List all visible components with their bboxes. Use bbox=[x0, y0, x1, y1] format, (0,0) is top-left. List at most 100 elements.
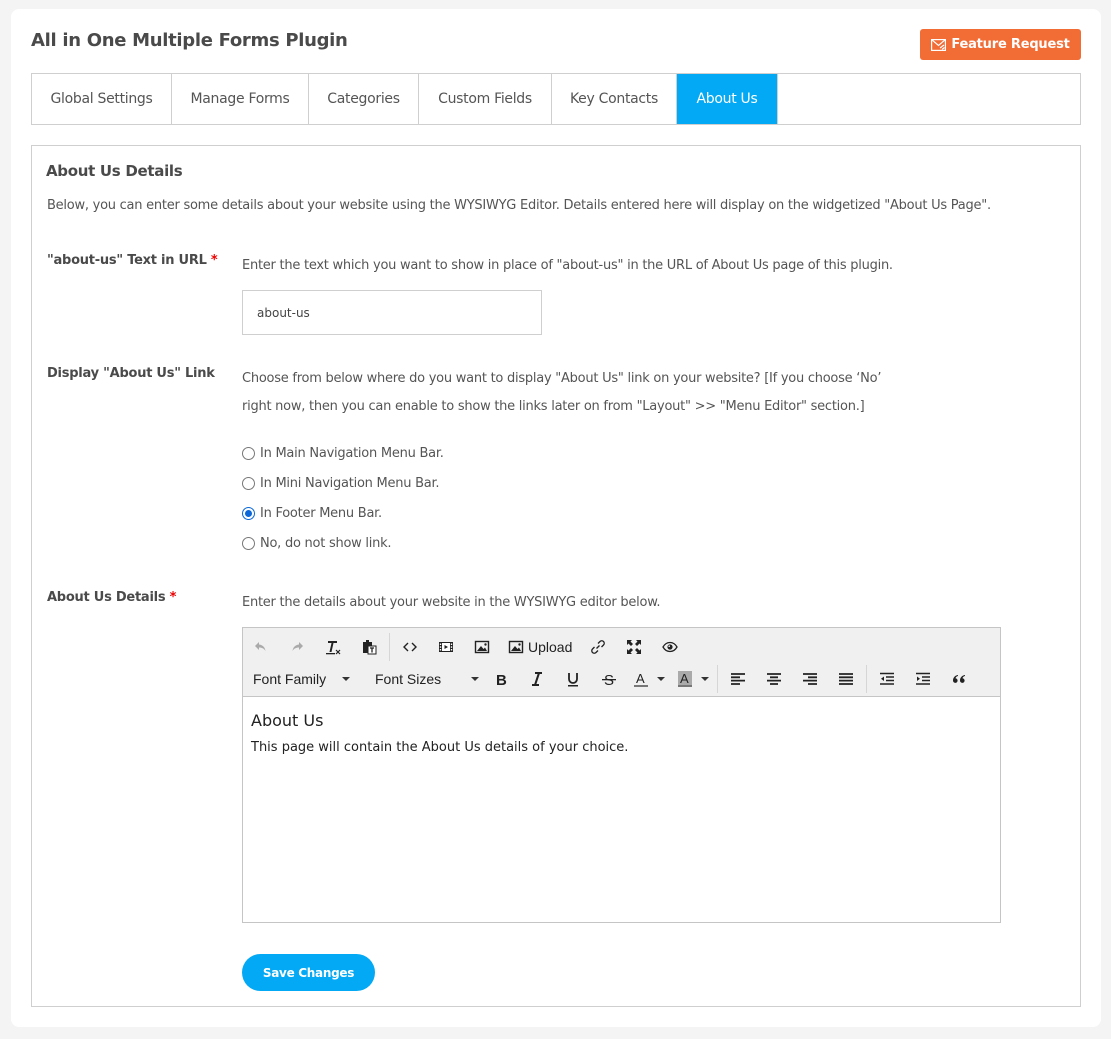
toolbar-separator bbox=[717, 665, 718, 693]
tab-global-settings[interactable]: Global Settings bbox=[32, 74, 172, 124]
paste-as-text-button[interactable] bbox=[351, 633, 387, 661]
align-right-icon bbox=[803, 673, 817, 685]
url-field-label-text: "about-us" Text in URL bbox=[47, 253, 207, 268]
blockquote-button[interactable] bbox=[941, 665, 977, 693]
insert-image-button[interactable] bbox=[464, 633, 500, 661]
strikethrough-icon: S bbox=[602, 672, 616, 687]
align-center-icon bbox=[767, 673, 781, 685]
italic-icon bbox=[532, 672, 542, 686]
save-changes-button[interactable]: Save Changes bbox=[242, 954, 375, 991]
tab-key-contacts[interactable]: Key Contacts bbox=[552, 74, 677, 124]
underline-icon bbox=[568, 673, 578, 687]
preview-button[interactable] bbox=[652, 633, 688, 661]
outdent-icon bbox=[880, 672, 894, 685]
toolbar-separator bbox=[389, 633, 390, 661]
blockquote-icon bbox=[952, 675, 965, 683]
insert-link-button[interactable] bbox=[580, 633, 616, 661]
radio-main-navigation[interactable]: In Main Navigation Menu Bar. bbox=[242, 438, 444, 468]
redo-icon bbox=[292, 642, 303, 651]
indent-button[interactable] bbox=[905, 665, 941, 693]
align-center-button[interactable] bbox=[756, 665, 792, 693]
url-field-label: "about-us" Text in URL * bbox=[47, 253, 218, 268]
display-link-help: Choose from below where do you want to d… bbox=[242, 365, 881, 421]
radio-label: No, do not show link. bbox=[260, 535, 392, 551]
upload-image-icon bbox=[508, 640, 524, 654]
radio-label: In Mini Navigation Menu Bar. bbox=[260, 475, 440, 491]
redo-button[interactable] bbox=[279, 633, 315, 661]
align-left-icon bbox=[731, 673, 745, 685]
align-right-button[interactable] bbox=[792, 665, 828, 693]
section-title: About Us Details bbox=[46, 162, 183, 180]
paste-as-text-icon bbox=[363, 640, 377, 655]
editor-toolbar: Upload Font Family Font Sizes B S A A bbox=[243, 628, 1000, 697]
link-icon bbox=[591, 640, 606, 654]
source-code-button[interactable] bbox=[392, 633, 428, 661]
details-field-label-text: About Us Details bbox=[47, 590, 166, 605]
radio-button-checked[interactable] bbox=[242, 506, 255, 520]
italic-button[interactable] bbox=[519, 665, 555, 693]
background-color-icon: A bbox=[678, 671, 692, 687]
editor-content-paragraph: This page will contain the About Us deta… bbox=[251, 740, 629, 755]
tab-about-us[interactable]: About Us bbox=[677, 74, 778, 124]
display-link-label: Display "About Us" Link bbox=[47, 366, 215, 381]
required-mark: * bbox=[169, 590, 177, 605]
radio-no-link[interactable]: No, do not show link. bbox=[242, 528, 444, 558]
about-us-panel: About Us Details Below, you can enter so… bbox=[31, 145, 1081, 1007]
strikethrough-button[interactable]: S bbox=[591, 665, 627, 693]
clear-formatting-icon bbox=[326, 641, 341, 655]
radio-label: In Main Navigation Menu Bar. bbox=[260, 445, 444, 461]
about-us-url-input[interactable] bbox=[242, 290, 542, 335]
outdent-button[interactable] bbox=[869, 665, 905, 693]
svg-text:A: A bbox=[636, 671, 645, 686]
tab-bar: Global Settings Manage Forms Categories … bbox=[31, 73, 1081, 125]
svg-text:B: B bbox=[496, 672, 507, 687]
chevron-down-icon bbox=[657, 677, 665, 681]
fullscreen-button[interactable] bbox=[616, 633, 652, 661]
align-left-button[interactable] bbox=[720, 665, 756, 693]
display-link-help-line2: right now, then you can enable to show t… bbox=[242, 399, 865, 414]
radio-mini-navigation[interactable]: In Mini Navigation Menu Bar. bbox=[242, 468, 444, 498]
font-sizes-label: Font Sizes bbox=[375, 671, 442, 687]
svg-text:A: A bbox=[680, 671, 689, 686]
font-sizes-select[interactable]: Font Sizes bbox=[365, 665, 483, 693]
display-link-help-line1: Choose from below where do you want to d… bbox=[242, 371, 882, 386]
required-mark: * bbox=[210, 253, 218, 268]
editor-content-area[interactable]: About Us This page will contain the Abou… bbox=[243, 697, 1000, 769]
editor-content-heading: About Us bbox=[251, 711, 324, 730]
font-family-label: Font Family bbox=[253, 671, 327, 687]
bold-icon: B bbox=[496, 672, 507, 687]
tab-manage-forms[interactable]: Manage Forms bbox=[172, 74, 309, 124]
display-link-radio-group: In Main Navigation Menu Bar. In Mini Nav… bbox=[242, 438, 444, 558]
text-color-button[interactable]: A bbox=[627, 665, 671, 693]
tab-categories[interactable]: Categories bbox=[309, 74, 419, 124]
radio-button[interactable] bbox=[242, 446, 255, 460]
feature-request-button[interactable]: Feature Request bbox=[920, 29, 1081, 60]
toolbar-separator bbox=[866, 665, 867, 693]
preview-icon bbox=[662, 641, 679, 653]
background-color-button[interactable]: A bbox=[671, 665, 715, 693]
radio-footer-menu[interactable]: In Footer Menu Bar. bbox=[242, 498, 444, 528]
clear-formatting-button[interactable] bbox=[315, 633, 351, 661]
underline-button[interactable] bbox=[555, 665, 591, 693]
plugin-card: All in One Multiple Forms Plugin Feature… bbox=[11, 9, 1101, 1027]
toolbar-row-1: Upload bbox=[243, 632, 688, 662]
page-title: All in One Multiple Forms Plugin bbox=[31, 30, 348, 51]
source-code-icon bbox=[403, 642, 417, 652]
upload-image-button[interactable]: Upload bbox=[500, 633, 580, 661]
radio-button[interactable] bbox=[242, 536, 255, 550]
envelope-icon bbox=[931, 38, 947, 51]
feature-request-label: Feature Request bbox=[951, 37, 1070, 52]
bold-button[interactable]: B bbox=[483, 665, 519, 693]
wysiwyg-editor: Upload Font Family Font Sizes B S A A Ab… bbox=[242, 627, 1001, 923]
align-justify-button[interactable] bbox=[828, 665, 864, 693]
tab-custom-fields[interactable]: Custom Fields bbox=[419, 74, 552, 124]
tab-label: Key Contacts bbox=[570, 91, 658, 107]
radio-button[interactable] bbox=[242, 476, 255, 490]
chevron-down-icon bbox=[471, 677, 480, 681]
insert-video-button[interactable] bbox=[428, 633, 464, 661]
text-color-icon: A bbox=[634, 671, 648, 687]
tab-label: About Us bbox=[696, 91, 758, 107]
undo-button[interactable] bbox=[243, 633, 279, 661]
font-family-select[interactable]: Font Family bbox=[243, 665, 365, 693]
toolbar-row-2: Font Family Font Sizes B S A A bbox=[243, 664, 977, 694]
